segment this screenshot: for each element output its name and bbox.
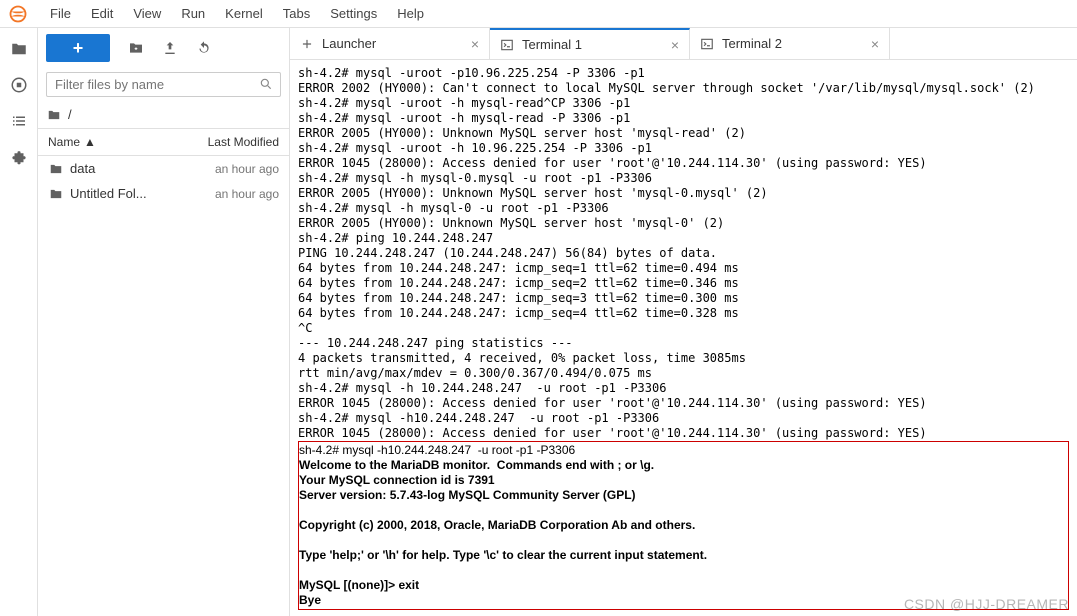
menu-file[interactable]: File bbox=[40, 2, 81, 25]
breadcrumb-root: / bbox=[68, 107, 72, 122]
menu-run[interactable]: Run bbox=[171, 2, 215, 25]
folder-icon bbox=[48, 187, 64, 201]
highlighted-block: sh-4.2# mysql -h10.244.248.247 -u root -… bbox=[298, 441, 1069, 610]
refresh-icon[interactable] bbox=[196, 40, 212, 56]
running-icon[interactable] bbox=[10, 76, 28, 94]
menu-settings[interactable]: Settings bbox=[320, 2, 387, 25]
menu-edit[interactable]: Edit bbox=[81, 2, 123, 25]
tab-terminal-1[interactable]: Terminal 1 × bbox=[490, 28, 690, 59]
tab-label: Launcher bbox=[322, 36, 376, 51]
file-row[interactable]: Untitled Fol... an hour ago bbox=[38, 181, 289, 206]
close-icon[interactable]: × bbox=[471, 36, 479, 52]
activity-bar bbox=[0, 28, 38, 616]
menu-tabs[interactable]: Tabs bbox=[273, 2, 320, 25]
file-name: data bbox=[70, 161, 95, 176]
file-browser: + / Name ▲ Last Modified data an hour ago… bbox=[38, 28, 290, 616]
file-modified: an hour ago bbox=[215, 162, 279, 176]
extension-icon[interactable] bbox=[10, 148, 28, 166]
file-name: Untitled Fol... bbox=[70, 186, 147, 201]
file-modified: an hour ago bbox=[215, 187, 279, 201]
file-list-header: Name ▲ Last Modified bbox=[38, 128, 289, 156]
jupyter-logo bbox=[8, 4, 28, 24]
sort-name[interactable]: Name bbox=[48, 135, 80, 149]
terminal-output[interactable]: sh-4.2# mysql -uroot -p10.96.225.254 -P … bbox=[290, 60, 1077, 616]
sort-asc-icon: ▲ bbox=[84, 135, 96, 149]
toc-icon[interactable] bbox=[10, 112, 28, 130]
sort-modified[interactable]: Last Modified bbox=[208, 135, 279, 149]
terminal-icon bbox=[500, 38, 514, 52]
menu-kernel[interactable]: Kernel bbox=[215, 2, 273, 25]
folder-icon bbox=[48, 162, 64, 176]
new-folder-icon[interactable] bbox=[128, 40, 144, 56]
plus-icon bbox=[300, 37, 314, 51]
breadcrumb[interactable]: / bbox=[38, 101, 289, 128]
tab-terminal-2[interactable]: Terminal 2 × bbox=[690, 28, 890, 59]
tab-label: Terminal 2 bbox=[722, 36, 782, 51]
close-icon[interactable]: × bbox=[871, 36, 879, 52]
terminal-icon bbox=[700, 37, 714, 51]
tab-launcher[interactable]: Launcher × bbox=[290, 28, 490, 59]
tab-label: Terminal 1 bbox=[522, 37, 582, 52]
menu-view[interactable]: View bbox=[123, 2, 171, 25]
search-icon bbox=[259, 77, 273, 91]
close-icon[interactable]: × bbox=[671, 37, 679, 53]
upload-icon[interactable] bbox=[162, 40, 178, 56]
menu-help[interactable]: Help bbox=[387, 2, 434, 25]
file-row[interactable]: data an hour ago bbox=[38, 156, 289, 181]
menubar: FileEditViewRunKernelTabsSettingsHelp bbox=[0, 0, 1077, 28]
folder-icon[interactable] bbox=[10, 40, 28, 58]
new-launcher-button[interactable]: + bbox=[46, 34, 110, 62]
filter-input[interactable] bbox=[46, 72, 281, 97]
folder-icon bbox=[46, 108, 62, 122]
